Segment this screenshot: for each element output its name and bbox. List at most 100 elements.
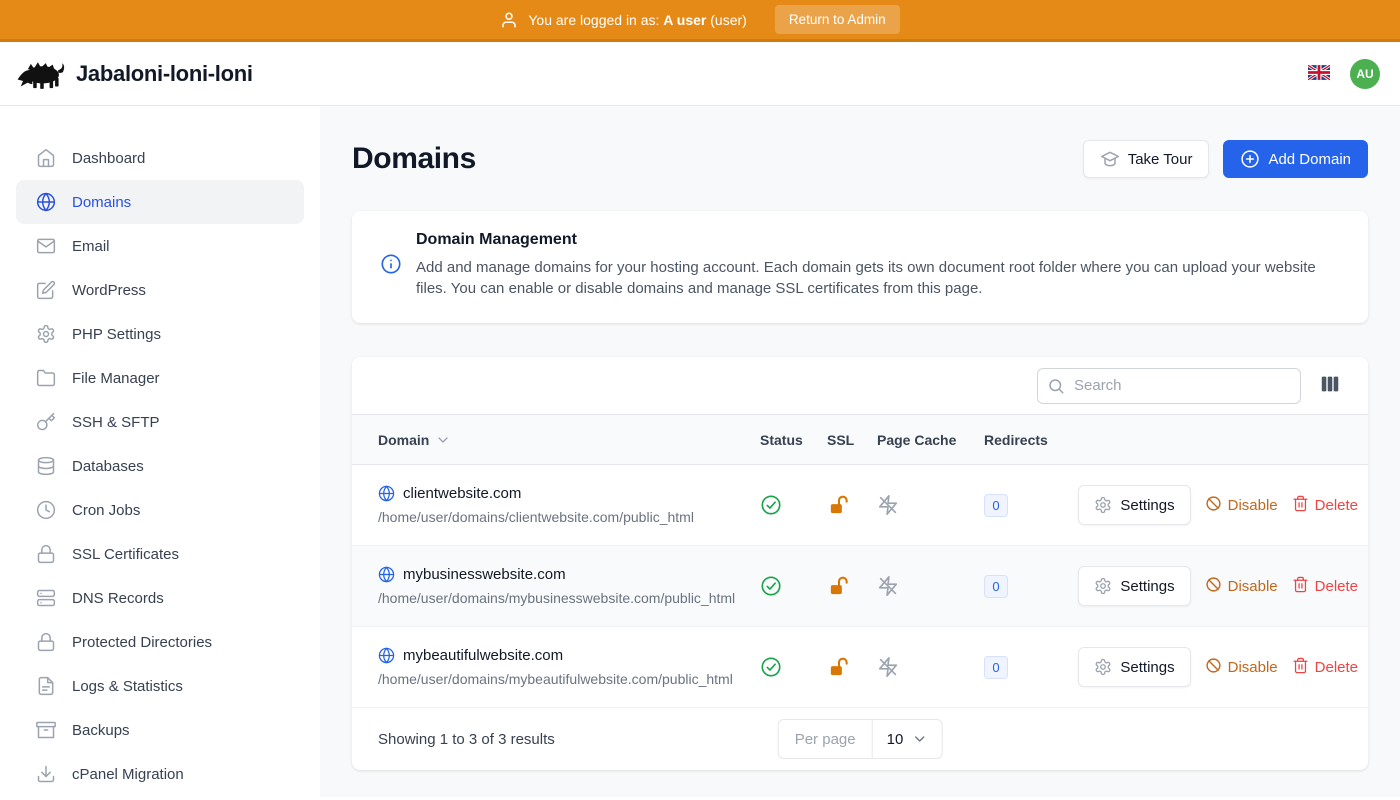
domain-name[interactable]: mybusinesswebsite.com xyxy=(403,566,566,583)
folder-icon xyxy=(36,368,56,388)
sidebar-item-backups[interactable]: Backups xyxy=(16,708,304,752)
disable-button[interactable]: Disable xyxy=(1205,576,1278,597)
sidebar-item-ssh-sftp[interactable]: SSH & SFTP xyxy=(16,400,304,444)
sidebar-item-protected-directories[interactable]: Protected Directories xyxy=(16,620,304,664)
page-cache-off-icon[interactable] xyxy=(877,575,984,597)
info-icon xyxy=(380,253,402,299)
settings-button[interactable]: Settings xyxy=(1078,566,1190,606)
sidebar-item-email[interactable]: Email xyxy=(16,224,304,268)
globe-icon xyxy=(378,647,395,664)
database-icon xyxy=(36,456,56,476)
per-page-control: Per page 10 xyxy=(778,719,943,759)
status-active-icon xyxy=(760,656,827,678)
columns-icon xyxy=(1319,373,1341,398)
delete-button[interactable]: Delete xyxy=(1292,495,1358,516)
redirects-count-badge[interactable]: 0 xyxy=(984,656,1008,679)
globe-icon xyxy=(378,485,395,502)
delete-button[interactable]: Delete xyxy=(1292,657,1358,678)
ban-icon xyxy=(1205,576,1222,597)
column-header-redirects: Redirects xyxy=(984,432,1076,448)
ban-icon xyxy=(1205,657,1222,678)
add-domain-button[interactable]: Add Domain xyxy=(1223,140,1368,178)
lock-icon xyxy=(36,632,56,652)
sidebar-item-databases[interactable]: Databases xyxy=(16,444,304,488)
domain-name[interactable]: clientwebsite.com xyxy=(403,485,521,502)
ssl-unlocked-icon[interactable] xyxy=(827,575,877,598)
sidebar-item-logs-statistics[interactable]: Logs & Statistics xyxy=(16,664,304,708)
per-page-label: Per page xyxy=(779,720,873,758)
globe-icon xyxy=(378,566,395,583)
info-card-description: Add and manage domains for your hosting … xyxy=(416,257,1336,299)
sidebar: Dashboard Domains Email WordPress PHP Se… xyxy=(0,106,320,797)
domain-path: /home/user/domains/mybeautifulwebsite.co… xyxy=(378,671,760,687)
sidebar-item-dns-records[interactable]: DNS Records xyxy=(16,576,304,620)
sidebar-item-cron-jobs[interactable]: Cron Jobs xyxy=(16,488,304,532)
table-row: mybeautifulwebsite.com /home/user/domain… xyxy=(352,627,1368,708)
language-selector[interactable] xyxy=(1308,65,1330,83)
results-summary: Showing 1 to 3 of 3 results xyxy=(378,731,555,748)
redirects-count-badge[interactable]: 0 xyxy=(984,575,1008,598)
pencil-icon xyxy=(36,280,56,300)
lock-icon xyxy=(36,544,56,564)
avatar[interactable]: AU xyxy=(1350,59,1380,89)
uk-flag-icon xyxy=(1308,65,1330,83)
status-active-icon xyxy=(760,575,827,597)
chevron-down-icon xyxy=(911,731,927,747)
table-footer: Showing 1 to 3 of 3 results Per page 10 xyxy=(352,708,1368,770)
gear-icon xyxy=(36,324,56,344)
plus-circle-icon xyxy=(1240,149,1260,169)
trash-icon xyxy=(1292,495,1309,516)
mail-icon xyxy=(36,236,56,256)
chevron-down-icon xyxy=(435,432,451,448)
status-active-icon xyxy=(760,494,827,516)
settings-button[interactable]: Settings xyxy=(1078,647,1190,687)
disable-button[interactable]: Disable xyxy=(1205,657,1278,678)
table-row: mybusinesswebsite.com /home/user/domains… xyxy=(352,546,1368,627)
sidebar-item-cpanel-migration[interactable]: cPanel Migration xyxy=(16,752,304,796)
brand-name: Jabaloni-loni-loni xyxy=(76,61,253,87)
ssl-unlocked-icon[interactable] xyxy=(827,494,877,517)
return-to-admin-button[interactable]: Return to Admin xyxy=(775,5,900,34)
main-content: Domains Take Tour Add Domain Domain Mana… xyxy=(320,106,1400,797)
trash-icon xyxy=(1292,657,1309,678)
impersonation-banner: You are logged in as: A user (user) Retu… xyxy=(0,0,1400,42)
trash-icon xyxy=(1292,576,1309,597)
disable-button[interactable]: Disable xyxy=(1205,495,1278,516)
search-icon xyxy=(1047,377,1065,400)
delete-button[interactable]: Delete xyxy=(1292,576,1358,597)
sidebar-item-wordpress[interactable]: WordPress xyxy=(16,268,304,312)
column-toggle-button[interactable] xyxy=(1317,371,1343,400)
sidebar-item-domains[interactable]: Domains xyxy=(16,180,304,224)
search-box xyxy=(1037,368,1301,404)
settings-button[interactable]: Settings xyxy=(1078,485,1190,525)
sidebar-item-ssl-certificates[interactable]: SSL Certificates xyxy=(16,532,304,576)
info-card-title: Domain Management xyxy=(416,231,1336,249)
per-page-select[interactable]: 10 xyxy=(873,720,942,758)
gear-icon xyxy=(1094,658,1112,676)
banner-role: (user) xyxy=(710,12,747,28)
column-header-status: Status xyxy=(760,432,827,448)
archive-icon xyxy=(36,720,56,740)
gear-icon xyxy=(1094,496,1112,514)
sidebar-item-php-settings[interactable]: PHP Settings xyxy=(16,312,304,356)
domain-management-info-card: Domain Management Add and manage domains… xyxy=(352,211,1368,323)
table-row: clientwebsite.com /home/user/domains/cli… xyxy=(352,465,1368,546)
take-tour-button[interactable]: Take Tour xyxy=(1083,140,1210,178)
banner-text: You are logged in as: A user (user) xyxy=(528,12,746,28)
redirects-count-badge[interactable]: 0 xyxy=(984,494,1008,517)
banner-username: A user xyxy=(663,12,706,28)
column-header-page-cache: Page Cache xyxy=(877,432,984,448)
page-cache-off-icon[interactable] xyxy=(877,494,984,516)
search-input[interactable] xyxy=(1037,368,1301,404)
ssl-unlocked-icon[interactable] xyxy=(827,656,877,679)
brand[interactable]: Jabaloni-loni-loni xyxy=(16,57,253,91)
user-icon xyxy=(500,11,518,29)
clock-icon xyxy=(36,500,56,520)
page-cache-off-icon[interactable] xyxy=(877,656,984,678)
column-header-domain[interactable]: Domain xyxy=(352,432,760,448)
column-header-ssl: SSL xyxy=(827,432,877,448)
page-title: Domains xyxy=(352,142,476,176)
domain-name[interactable]: mybeautifulwebsite.com xyxy=(403,647,563,664)
sidebar-item-file-manager[interactable]: File Manager xyxy=(16,356,304,400)
sidebar-item-dashboard[interactable]: Dashboard xyxy=(16,136,304,180)
